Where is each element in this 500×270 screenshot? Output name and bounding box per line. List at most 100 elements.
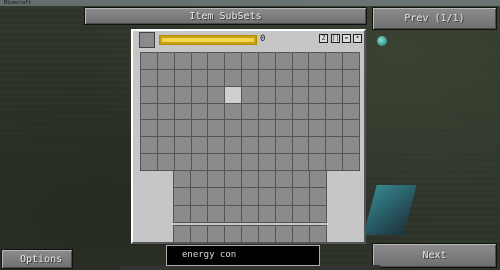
item-slot[interactable] bbox=[174, 154, 191, 170]
tool-star-icon[interactable]: * bbox=[353, 34, 362, 43]
item-slot[interactable] bbox=[292, 120, 309, 137]
item-slot[interactable] bbox=[191, 120, 208, 137]
item-slot[interactable] bbox=[157, 137, 174, 154]
tool-list-icon[interactable]: = bbox=[342, 34, 351, 43]
item-slot[interactable] bbox=[157, 53, 174, 69]
options-button[interactable]: Options bbox=[1, 249, 73, 269]
item-slot[interactable] bbox=[309, 53, 326, 69]
item-slot[interactable] bbox=[141, 137, 157, 154]
item-slot[interactable] bbox=[208, 137, 225, 154]
item-slot[interactable] bbox=[326, 137, 343, 154]
item-slot[interactable] bbox=[141, 69, 157, 86]
item-slot[interactable] bbox=[292, 103, 309, 120]
next-page-button[interactable]: Next bbox=[372, 243, 497, 268]
item-slot[interactable] bbox=[275, 120, 292, 137]
item-subsets-button[interactable]: Item SubSets bbox=[84, 7, 367, 25]
item-slot[interactable] bbox=[242, 120, 258, 137]
item-slot[interactable] bbox=[309, 69, 326, 86]
inventory-slot[interactable] bbox=[225, 188, 241, 205]
hotbar-slot[interactable] bbox=[208, 226, 224, 242]
item-slot[interactable] bbox=[309, 137, 326, 154]
item-slot[interactable] bbox=[174, 53, 191, 69]
item-slot[interactable] bbox=[174, 86, 191, 103]
inventory-slot[interactable] bbox=[310, 188, 326, 205]
inventory-slot[interactable] bbox=[259, 171, 275, 188]
item-slot[interactable] bbox=[174, 69, 191, 86]
item-slot[interactable] bbox=[343, 53, 359, 69]
inventory-slot[interactable] bbox=[293, 188, 309, 205]
inventory-slot[interactable] bbox=[242, 171, 258, 188]
item-slot[interactable] bbox=[225, 69, 242, 86]
item-slot[interactable] bbox=[275, 53, 292, 69]
item-slot[interactable] bbox=[258, 53, 275, 69]
item-slot[interactable] bbox=[225, 103, 242, 120]
inventory-slot[interactable] bbox=[225, 205, 241, 222]
item-slot[interactable] bbox=[191, 154, 208, 170]
item-slot[interactable] bbox=[275, 69, 292, 86]
inventory-slot[interactable] bbox=[208, 171, 224, 188]
item-slot[interactable] bbox=[242, 69, 258, 86]
item-slot[interactable] bbox=[208, 103, 225, 120]
item-slot[interactable] bbox=[191, 69, 208, 86]
item-slot[interactable] bbox=[208, 86, 225, 103]
hotbar-slot[interactable] bbox=[225, 226, 241, 242]
item-slot[interactable] bbox=[343, 86, 359, 103]
item-slot[interactable] bbox=[242, 154, 258, 170]
item-slot[interactable] bbox=[275, 103, 292, 120]
inventory-slot[interactable] bbox=[293, 205, 309, 222]
item-slot[interactable] bbox=[208, 53, 225, 69]
item-slot[interactable] bbox=[309, 120, 326, 137]
inventory-slot[interactable] bbox=[310, 171, 326, 188]
item-slot[interactable] bbox=[242, 53, 258, 69]
inventory-slot[interactable] bbox=[310, 205, 326, 222]
inventory-slot[interactable] bbox=[259, 188, 275, 205]
item-slot[interactable] bbox=[309, 154, 326, 170]
item-slot[interactable] bbox=[208, 69, 225, 86]
inventory-slot[interactable] bbox=[276, 205, 292, 222]
item-slot[interactable] bbox=[258, 69, 275, 86]
tool-z-icon[interactable]: Z bbox=[319, 34, 328, 43]
item-slot[interactable] bbox=[309, 86, 326, 103]
item-slot[interactable] bbox=[242, 86, 258, 103]
item-slot[interactable] bbox=[141, 154, 157, 170]
item-slot[interactable] bbox=[157, 120, 174, 137]
hotbar-slot[interactable] bbox=[293, 226, 309, 242]
search-bar[interactable] bbox=[159, 35, 257, 45]
hotbar-slot[interactable] bbox=[242, 226, 258, 242]
inventory-slot[interactable] bbox=[259, 205, 275, 222]
inventory-slot[interactable] bbox=[242, 205, 258, 222]
item-slot[interactable] bbox=[275, 137, 292, 154]
item-slot[interactable] bbox=[208, 154, 225, 170]
item-slot[interactable] bbox=[225, 86, 242, 103]
item-slot[interactable] bbox=[275, 154, 292, 170]
item-slot[interactable] bbox=[225, 120, 242, 137]
item-slot[interactable] bbox=[242, 137, 258, 154]
item-slot[interactable] bbox=[174, 120, 191, 137]
item-slot[interactable] bbox=[343, 69, 359, 86]
inventory-slot[interactable] bbox=[174, 188, 190, 205]
hotbar-slot[interactable] bbox=[276, 226, 292, 242]
tool-pause-icon[interactable]: || bbox=[331, 34, 340, 43]
item-slot[interactable] bbox=[141, 53, 157, 69]
item-slot[interactable] bbox=[225, 137, 242, 154]
item-slot[interactable] bbox=[258, 103, 275, 120]
inventory-slot[interactable] bbox=[191, 171, 207, 188]
inventory-slot[interactable] bbox=[276, 188, 292, 205]
item-slot[interactable] bbox=[258, 137, 275, 154]
item-slot[interactable] bbox=[309, 103, 326, 120]
inventory-slot[interactable] bbox=[293, 171, 309, 188]
item-slot[interactable] bbox=[174, 137, 191, 154]
item-slot[interactable] bbox=[242, 103, 258, 120]
inventory-slot[interactable] bbox=[225, 171, 241, 188]
item-slot[interactable] bbox=[157, 103, 174, 120]
item-slot[interactable] bbox=[208, 120, 225, 137]
inventory-slot[interactable] bbox=[242, 188, 258, 205]
inventory-slot[interactable] bbox=[276, 171, 292, 188]
item-slot[interactable] bbox=[157, 86, 174, 103]
item-slot[interactable] bbox=[326, 53, 343, 69]
item-slot[interactable] bbox=[191, 53, 208, 69]
inventory-slot[interactable] bbox=[191, 188, 207, 205]
inventory-slot[interactable] bbox=[208, 205, 224, 222]
item-slot[interactable] bbox=[292, 69, 309, 86]
item-slot[interactable] bbox=[157, 69, 174, 86]
